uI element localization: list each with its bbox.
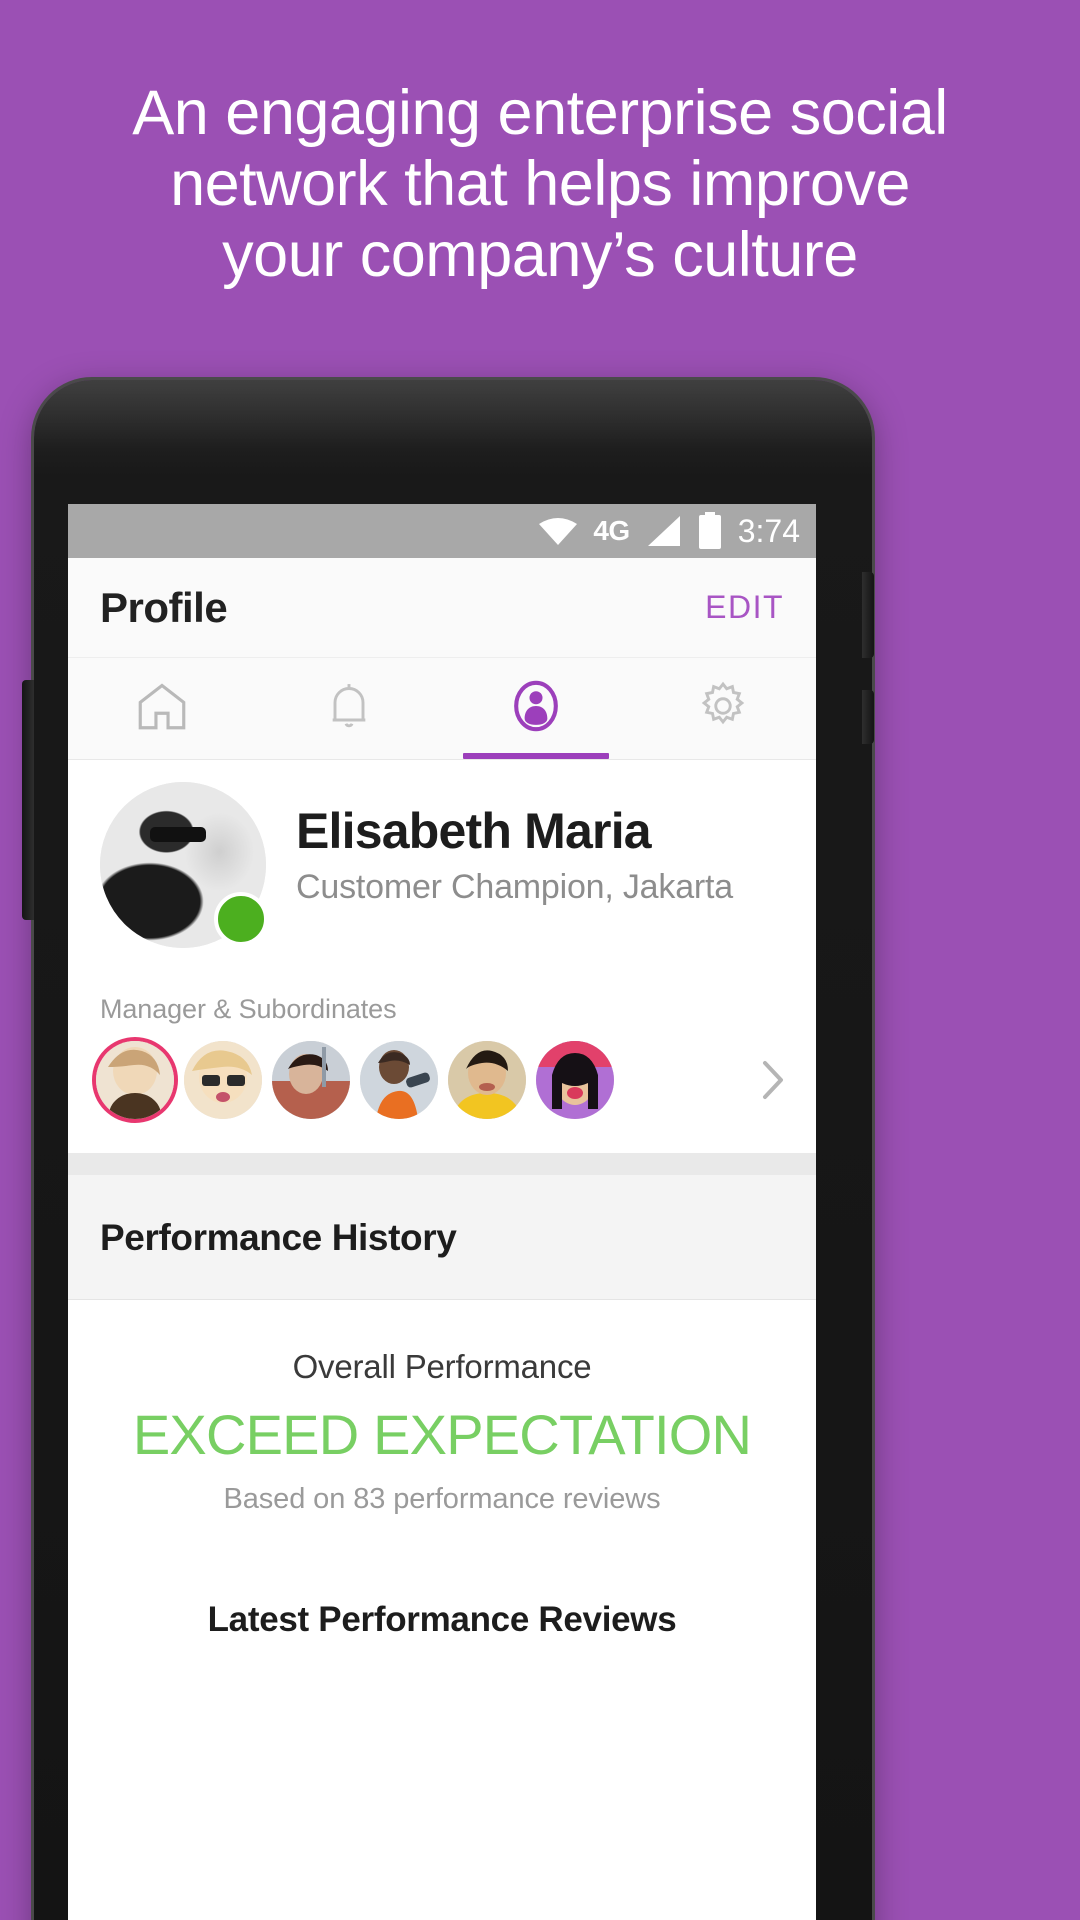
list-item[interactable] bbox=[184, 1041, 262, 1119]
list-item[interactable] bbox=[272, 1041, 350, 1119]
wifi-icon bbox=[537, 516, 579, 546]
overall-performance-label: Overall Performance bbox=[292, 1348, 592, 1385]
phone-screen: 4G 3:74 Profile EDIT Elisabeth Maria Cus… bbox=[68, 504, 816, 1920]
performance-reviews-count: Based on 83 performance reviews bbox=[223, 1483, 661, 1515]
volume-up-button[interactable] bbox=[862, 572, 874, 658]
profile-identity: Elisabeth Maria Customer Champion, Jakar… bbox=[266, 782, 733, 907]
list-item[interactable] bbox=[360, 1041, 438, 1119]
tab-profile[interactable] bbox=[442, 658, 629, 759]
marketing-headline: An engaging enterprise social network th… bbox=[0, 78, 1080, 291]
section-divider bbox=[68, 1153, 816, 1175]
person-1-manager-photo bbox=[96, 1041, 174, 1119]
avatar[interactable] bbox=[100, 782, 268, 948]
person-2-photo bbox=[184, 1041, 262, 1119]
overall-performance-value: EXCEED EXPECTATION bbox=[132, 1403, 752, 1466]
headline-line-3: your company’s culture bbox=[222, 220, 858, 290]
subordinates-section-label: Manager & Subordinates bbox=[100, 994, 397, 1024]
edit-button[interactable]: EDIT bbox=[705, 589, 784, 626]
clock-time: 3:74 bbox=[737, 513, 800, 549]
profile-header-row: Elisabeth Maria Customer Champion, Jakar… bbox=[68, 782, 816, 948]
headline-line-1: An engaging enterprise social bbox=[132, 78, 948, 148]
bell-icon bbox=[321, 678, 377, 739]
overall-performance-block: Overall Performance EXCEED EXPECTATION B… bbox=[68, 1300, 816, 1640]
gear-icon bbox=[695, 678, 751, 739]
profile-name: Elisabeth Maria bbox=[296, 803, 652, 859]
power-button[interactable] bbox=[22, 680, 34, 920]
volume-down-button[interactable] bbox=[862, 690, 874, 744]
chevron-right-icon[interactable] bbox=[752, 1055, 792, 1105]
tab-home[interactable] bbox=[68, 658, 255, 759]
profile-card: Elisabeth Maria Customer Champion, Jakar… bbox=[68, 760, 816, 1153]
headline-line-2: network that helps improve bbox=[170, 149, 910, 219]
performance-history-header: Performance History bbox=[68, 1175, 816, 1300]
list-item[interactable] bbox=[448, 1041, 526, 1119]
page-title: Profile bbox=[100, 583, 228, 631]
latest-performance-reviews-title: Latest Performance Reviews bbox=[207, 1600, 677, 1639]
online-status-badge bbox=[214, 892, 268, 946]
subordinates-avatar-row bbox=[68, 1025, 816, 1153]
list-item[interactable] bbox=[96, 1041, 174, 1119]
app-bar: Profile EDIT bbox=[68, 558, 816, 658]
tab-active-indicator bbox=[462, 753, 609, 759]
person-6-photo bbox=[536, 1041, 614, 1119]
tab-settings[interactable] bbox=[629, 658, 816, 759]
person-4-photo bbox=[360, 1041, 438, 1119]
tab-bar bbox=[68, 658, 816, 760]
person-3-photo bbox=[272, 1041, 350, 1119]
battery-icon bbox=[696, 512, 724, 550]
person-icon bbox=[507, 677, 565, 740]
signal-icon bbox=[644, 515, 682, 547]
person-5-photo bbox=[448, 1041, 526, 1119]
status-bar: 4G 3:74 bbox=[68, 504, 816, 558]
network-type-label: 4G bbox=[593, 515, 630, 546]
home-icon bbox=[133, 677, 191, 740]
sunglasses-detail bbox=[149, 826, 207, 842]
performance-history-title: Performance History bbox=[100, 1217, 457, 1258]
tab-notifications[interactable] bbox=[255, 658, 442, 759]
profile-role: Customer Champion, Jakarta bbox=[296, 868, 733, 906]
list-item[interactable] bbox=[536, 1041, 614, 1119]
